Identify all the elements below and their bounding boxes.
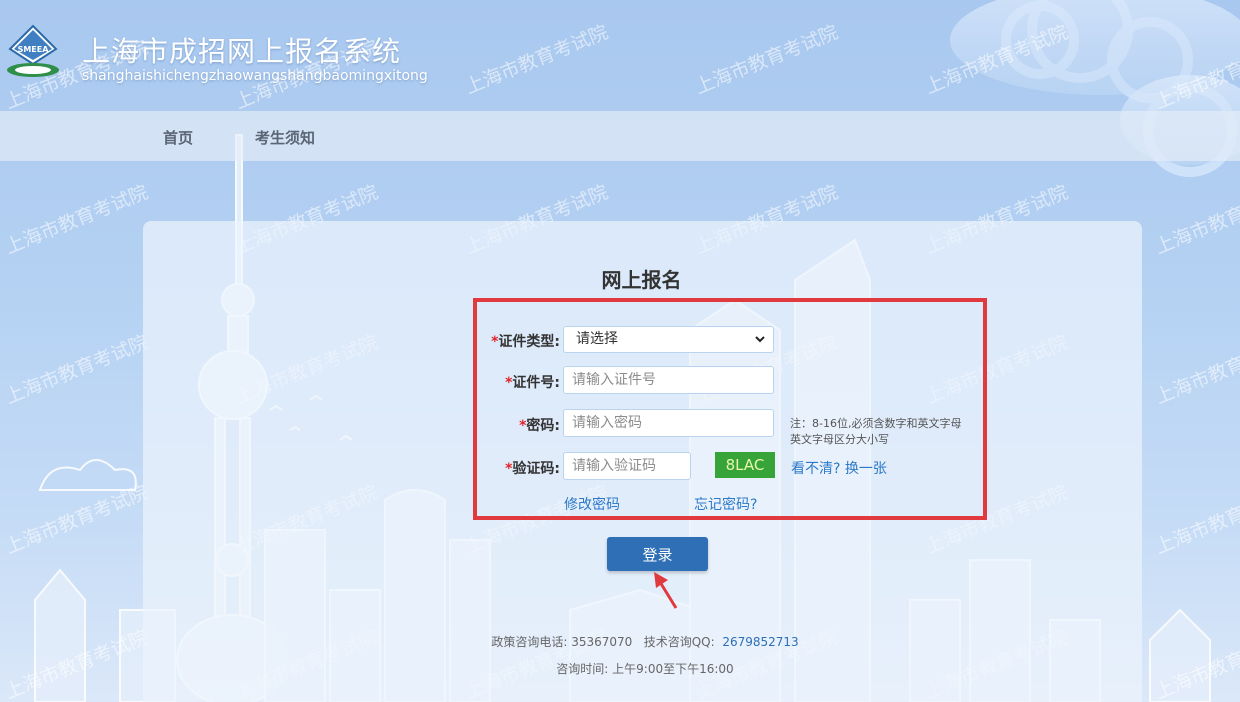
form-title: 网上报名 — [601, 268, 682, 292]
logo-text: SMEEA — [18, 45, 50, 54]
login-button[interactable]: 登录 — [607, 537, 708, 571]
id-type-selected: 请选择 — [576, 331, 618, 347]
id-number-input[interactable] — [563, 366, 774, 394]
change-password-link[interactable]: 修改密码 — [564, 494, 620, 514]
pointer-arrow-icon — [654, 572, 678, 609]
footer-hours: 咨询时间: 上午9:00至下午16:00 — [556, 662, 734, 676]
refresh-captcha-link[interactable]: 看不清? 换一张 — [791, 458, 887, 478]
id-type-select[interactable]: 请选择 — [563, 326, 774, 353]
footer-contact: 政策咨询电话: 35367070 技术咨询QQ: 2679852713 — [491, 635, 799, 649]
nav-notice[interactable]: 考生须知 — [255, 127, 315, 148]
captcha-label: *验证码: — [505, 461, 560, 477]
password-hint: 注：8-16位,必须含数字和英文字母 英文字母区分大小写 — [790, 417, 962, 446]
site-subtitle: shanghaishichengzhaowangshangbaomingxito… — [82, 68, 428, 84]
id-type-label: *证件类型: — [491, 334, 560, 350]
password-label: *密码: — [519, 418, 560, 434]
id-number-label: *证件号: — [505, 375, 560, 391]
site-header: SMEEA 上海市成招网上报名系统 shanghaishichengzhaowa… — [0, 0, 1240, 110]
nav-home[interactable]: 首页 — [163, 127, 193, 148]
captcha-input[interactable] — [563, 452, 691, 480]
forgot-password-link[interactable]: 忘记密码? — [694, 494, 757, 514]
site-title: 上海市成招网上报名系统 — [82, 35, 402, 68]
chevron-down-icon — [755, 336, 765, 343]
tech-qq: 2679852713 — [722, 635, 799, 649]
top-nav: 首页 考生须知 — [0, 111, 1240, 161]
captcha-image[interactable]: 8LAC — [715, 452, 775, 478]
smeea-logo[interactable]: SMEEA — [4, 24, 62, 82]
password-input[interactable] — [563, 409, 774, 437]
